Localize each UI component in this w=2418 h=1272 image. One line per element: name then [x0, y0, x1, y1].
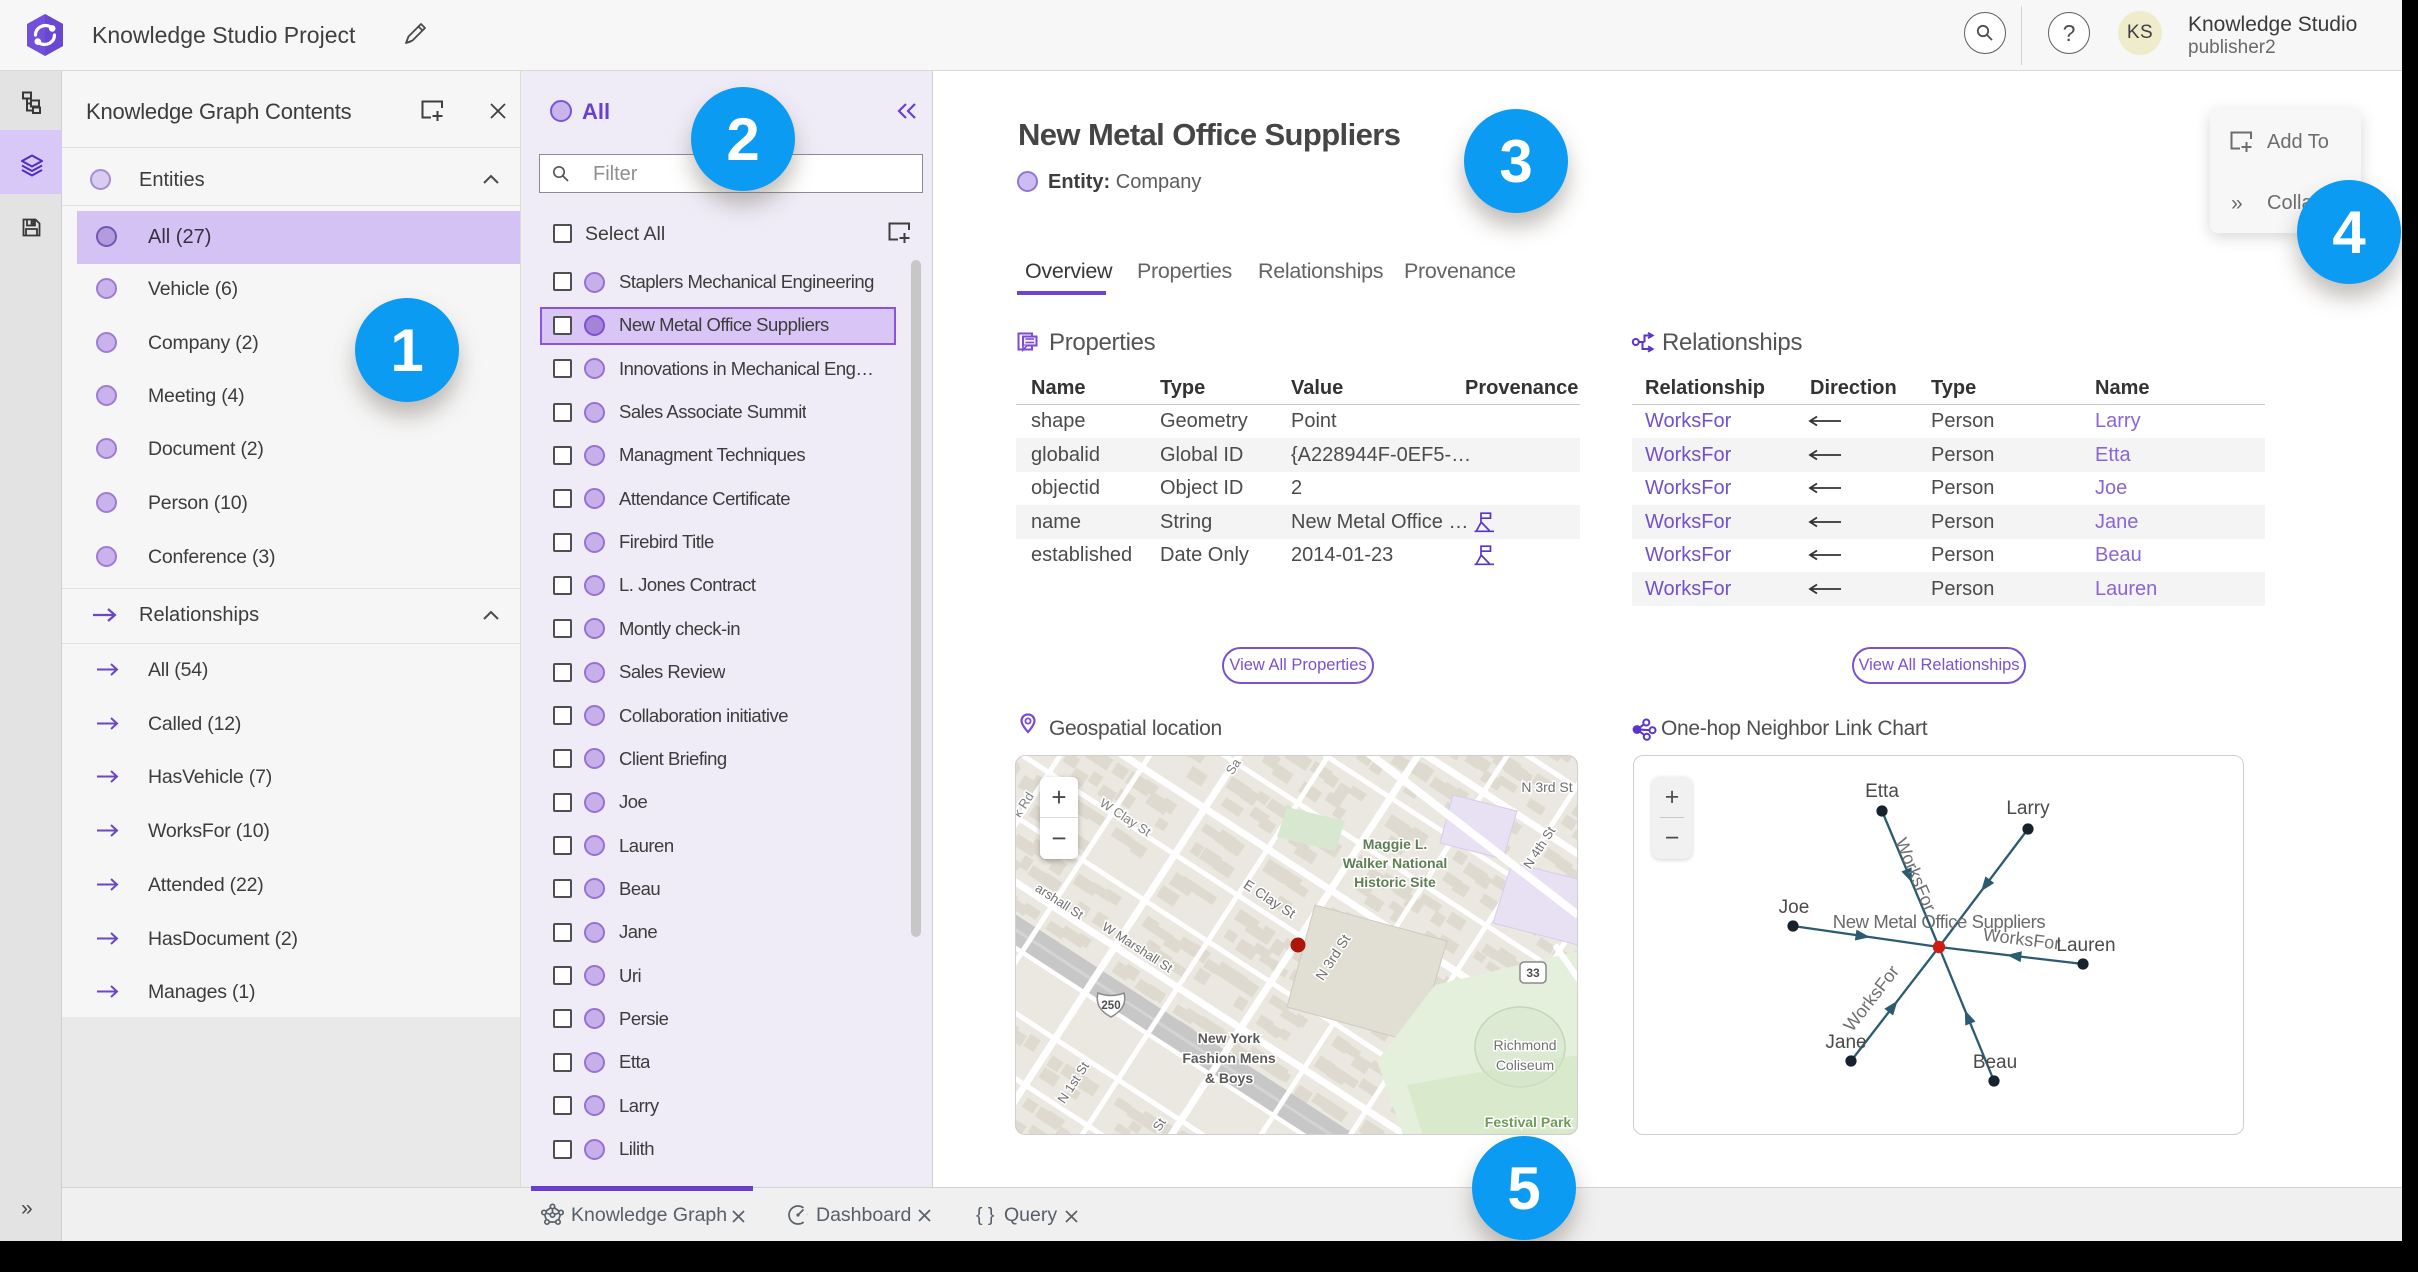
svg-text:& Boys: & Boys	[1205, 1070, 1253, 1086]
svg-text:Joe: Joe	[1779, 897, 1810, 918]
svg-text:Maggie L.: Maggie L.	[1363, 836, 1428, 852]
svg-text:Larry: Larry	[2006, 798, 2050, 819]
svg-text:Beau: Beau	[1973, 1052, 2017, 1073]
svg-text:New Metal Office Suppliers: New Metal Office Suppliers	[1833, 911, 2046, 932]
svg-text:Festival Park: Festival Park	[1485, 1114, 1572, 1130]
svg-text:N 3rd St: N 3rd St	[1521, 779, 1572, 795]
svg-text:Etta: Etta	[1865, 781, 1899, 802]
svg-text:Jane: Jane	[1825, 1032, 1866, 1053]
svg-text:WorksFor: WorksFor	[1839, 962, 1903, 1036]
svg-text:WorksFor: WorksFor	[1891, 835, 1940, 914]
svg-text:Lauren: Lauren	[2056, 935, 2115, 956]
svg-text:33: 33	[1526, 966, 1540, 980]
svg-text:Richmond: Richmond	[1493, 1037, 1556, 1053]
svg-text:Historic Site: Historic Site	[1354, 874, 1436, 890]
svg-text:250: 250	[1101, 1000, 1120, 1012]
svg-text:Fashion Mens: Fashion Mens	[1182, 1050, 1276, 1066]
svg-text:Walker National: Walker National	[1343, 855, 1448, 871]
svg-text:New York: New York	[1198, 1030, 1261, 1046]
svg-text:Coliseum: Coliseum	[1496, 1057, 1554, 1073]
